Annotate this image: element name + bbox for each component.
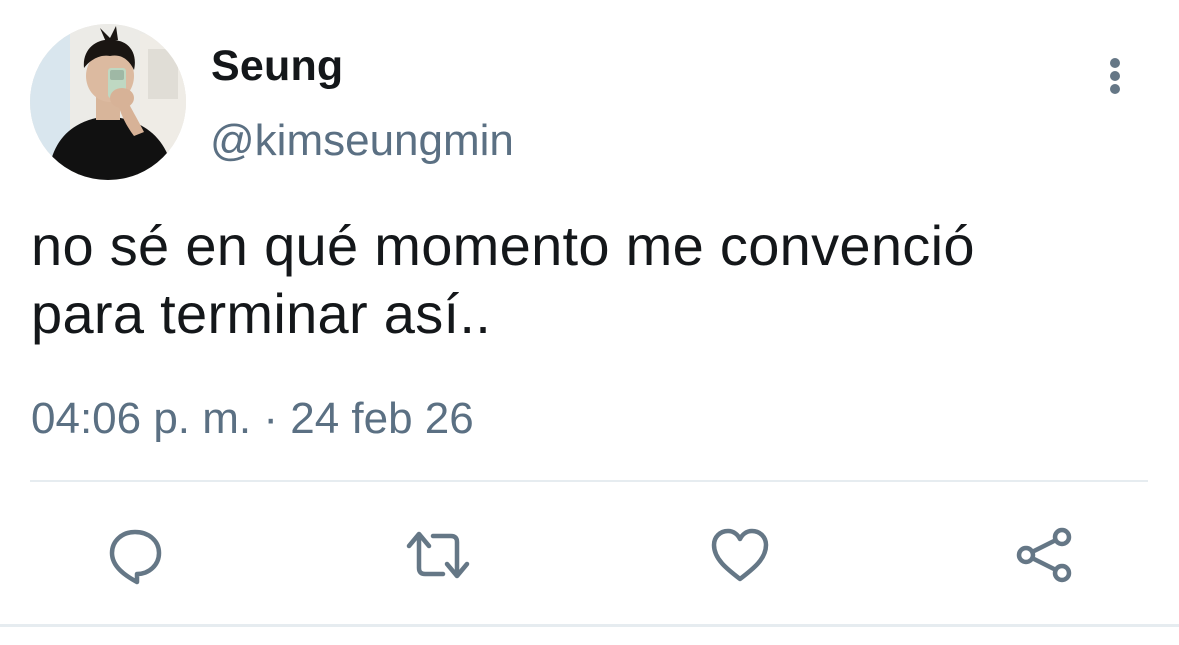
user-handle[interactable]: @kimseungmin — [210, 114, 514, 168]
more-options-button[interactable] — [1096, 52, 1134, 100]
more-options-icon — [1110, 71, 1120, 81]
reply-icon — [109, 529, 162, 585]
display-name[interactable]: Seung — [211, 40, 343, 92]
tweet-timestamp[interactable]: 04:06 p. m. · 24 feb 26 — [31, 392, 474, 446]
avatar-photo — [30, 24, 186, 180]
like-icon — [711, 528, 769, 582]
tweet-text: no sé en qué momento me convenció para t… — [31, 212, 1141, 348]
retweet-icon — [406, 531, 470, 579]
bottom-divider — [0, 624, 1179, 627]
more-options-icon — [1110, 58, 1120, 68]
more-options-icon — [1110, 84, 1120, 94]
retweet-button[interactable] — [403, 520, 473, 590]
reply-button[interactable] — [100, 520, 170, 590]
tweet-text-line: no sé en qué momento me convenció — [31, 214, 975, 277]
divider — [30, 480, 1148, 482]
avatar[interactable] — [30, 24, 186, 180]
like-button[interactable] — [705, 520, 775, 590]
tweet-card: Seung @kimseungmin no sé en qué momento … — [0, 0, 1179, 645]
share-icon — [1016, 527, 1072, 583]
tweet-text-line: para terminar así.. — [31, 282, 492, 345]
share-button[interactable] — [1008, 520, 1078, 590]
